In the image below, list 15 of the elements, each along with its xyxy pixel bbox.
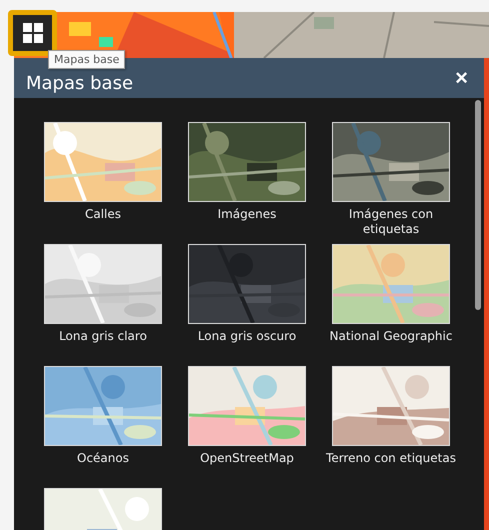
panel-title: Mapas base <box>26 72 134 94</box>
basemap-label: Lona gris claro <box>58 329 148 344</box>
basemap-label: OpenStreetMap <box>199 451 295 466</box>
tooltip: Mapas base <box>48 50 126 69</box>
scrollbar[interactable] <box>475 100 481 310</box>
basemap-label: Imágenes <box>216 207 278 222</box>
basemap-gallery-button[interactable] <box>8 10 57 56</box>
basemap-label: Calles <box>84 207 122 222</box>
basemap-label: Imágenes con etiquetas <box>348 207 434 237</box>
basemap-label: Océanos <box>76 451 130 466</box>
basemap-label: Terreno con etiquetas <box>325 451 457 466</box>
basemap-label: National Geographic <box>328 329 454 344</box>
basemap-label: Lona gris oscuro <box>196 329 298 344</box>
grid-icon <box>22 23 42 43</box>
close-button[interactable]: × <box>453 67 470 89</box>
